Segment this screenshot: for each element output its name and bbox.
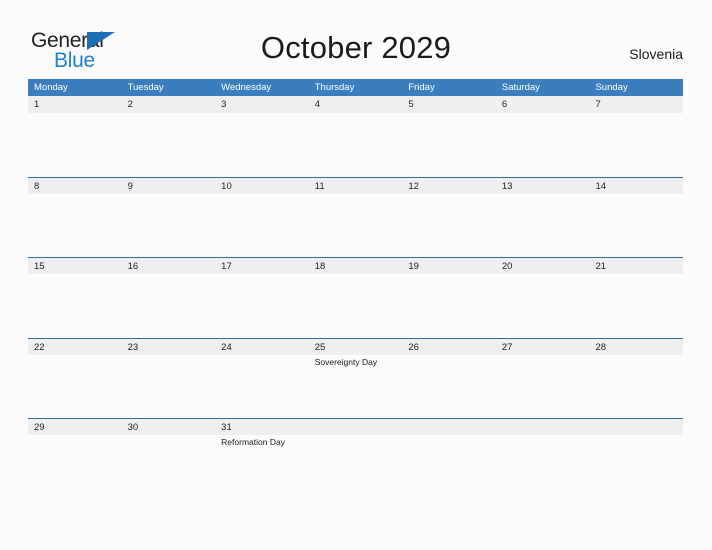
day-event [122,194,216,257]
day-event [402,113,496,176]
day-number[interactable]: 27 [496,339,590,355]
day-event [402,435,496,498]
day-number[interactable]: 22 [28,339,122,355]
week-date-band: 15 16 17 18 19 20 21 [28,257,683,274]
day-event [215,194,309,257]
day-number[interactable]: 23 [122,339,216,355]
day-event [309,113,403,176]
weekday-header-friday: Friday [408,82,435,93]
week-event-band: Sovereignty Day [28,355,683,418]
day-number[interactable]: 29 [28,419,122,435]
page-header: General Blue October 2029 Slovenia [0,0,712,78]
day-event [589,274,683,337]
day-event [122,274,216,337]
day-event [496,113,590,176]
calendar-week-row: 15 16 17 18 19 20 21 [28,257,683,338]
day-number[interactable]: 25 [309,339,403,355]
page-title: October 2029 [260,30,452,65]
day-number[interactable]: 2 [122,96,216,113]
calendar-week-row: 1 2 3 4 5 6 7 [28,96,683,177]
day-number[interactable]: 4 [309,96,403,113]
week-date-band: 29 30 31 [28,418,683,435]
day-event [309,435,403,498]
day-number[interactable]: 21 [589,258,683,274]
weekday-header-tuesday: Tuesday [127,82,164,93]
day-number[interactable]: 7 [589,96,683,113]
day-number[interactable]: 10 [215,178,309,194]
day-event [122,355,216,418]
day-event [496,274,590,337]
day-event [589,113,683,176]
day-event [215,274,309,337]
day-number[interactable]: 24 [215,339,309,355]
day-number[interactable]: 1 [28,96,122,113]
day-number-empty [496,419,590,435]
day-event [309,274,403,337]
day-number[interactable]: 30 [122,419,216,435]
day-number[interactable]: 3 [215,96,309,113]
day-number-empty [309,419,403,435]
day-number[interactable]: 5 [402,96,496,113]
day-event [28,274,122,337]
day-event [215,113,309,176]
day-event [28,113,122,176]
day-event [496,355,590,418]
day-number[interactable]: 19 [402,258,496,274]
weekday-header-sunday: Sunday [595,82,628,93]
day-event [589,355,683,418]
calendar-week-row: 22 23 24 25 26 27 28 Sovereignty Day [28,337,683,419]
day-number[interactable]: 16 [122,258,216,274]
day-event [28,435,122,498]
day-number[interactable]: 8 [28,178,122,194]
weekday-header-saturday: Saturday [501,82,540,93]
day-number[interactable]: 20 [496,258,590,274]
calendar-page: General Blue October 2029 Slovenia Monda… [0,0,712,550]
day-event [402,194,496,257]
day-number[interactable]: 12 [402,178,496,194]
day-number[interactable]: 6 [496,96,590,113]
day-event [122,113,216,176]
country-label: Slovenia [629,46,683,62]
day-number[interactable]: 28 [589,339,683,355]
weekday-header-monday: Monday [34,82,68,93]
day-event [309,194,403,257]
day-event-sovereignty-day: Sovereignty Day [314,356,378,367]
weekday-header-row: Monday Tuesday Wednesday Thursday Friday… [28,79,683,96]
weekday-header-wednesday: Wednesday [221,82,272,93]
calendar-grid: Monday Tuesday Wednesday Thursday Friday… [28,79,683,499]
day-number-empty [402,419,496,435]
calendar-week-row: 8 9 10 11 12 13 14 [28,176,683,258]
week-date-band: 1 2 3 4 5 6 7 [28,96,683,113]
week-event-band [28,113,683,176]
day-number[interactable]: 9 [122,178,216,194]
day-event [215,355,309,418]
day-event [589,435,683,498]
day-number[interactable]: 15 [28,258,122,274]
calendar-week-row: 29 30 31 Reformation Day [28,418,683,499]
day-number-empty [589,419,683,435]
week-event-band [28,194,683,257]
day-event-reformation-day: Reformation Day [221,437,285,447]
day-event [28,194,122,257]
day-event [589,194,683,257]
day-number[interactable]: 18 [309,258,403,274]
day-number[interactable]: 31 [215,419,309,435]
day-event [28,355,122,418]
day-number[interactable]: 14 [589,178,683,194]
week-date-band: 22 23 24 25 26 27 28 [28,337,683,355]
weekday-header-thursday: Thursday [314,82,355,93]
day-event [402,355,496,418]
day-number[interactable]: 26 [402,339,496,355]
day-number[interactable]: 17 [215,258,309,274]
day-event [496,194,590,257]
day-event [402,274,496,337]
day-event [122,435,216,498]
week-date-band: 8 9 10 11 12 13 14 [28,176,683,194]
week-event-band: Reformation Day [28,435,683,498]
week-event-band [28,274,683,337]
day-number[interactable]: 11 [309,178,403,194]
day-number[interactable]: 13 [496,178,590,194]
day-event [496,435,590,498]
